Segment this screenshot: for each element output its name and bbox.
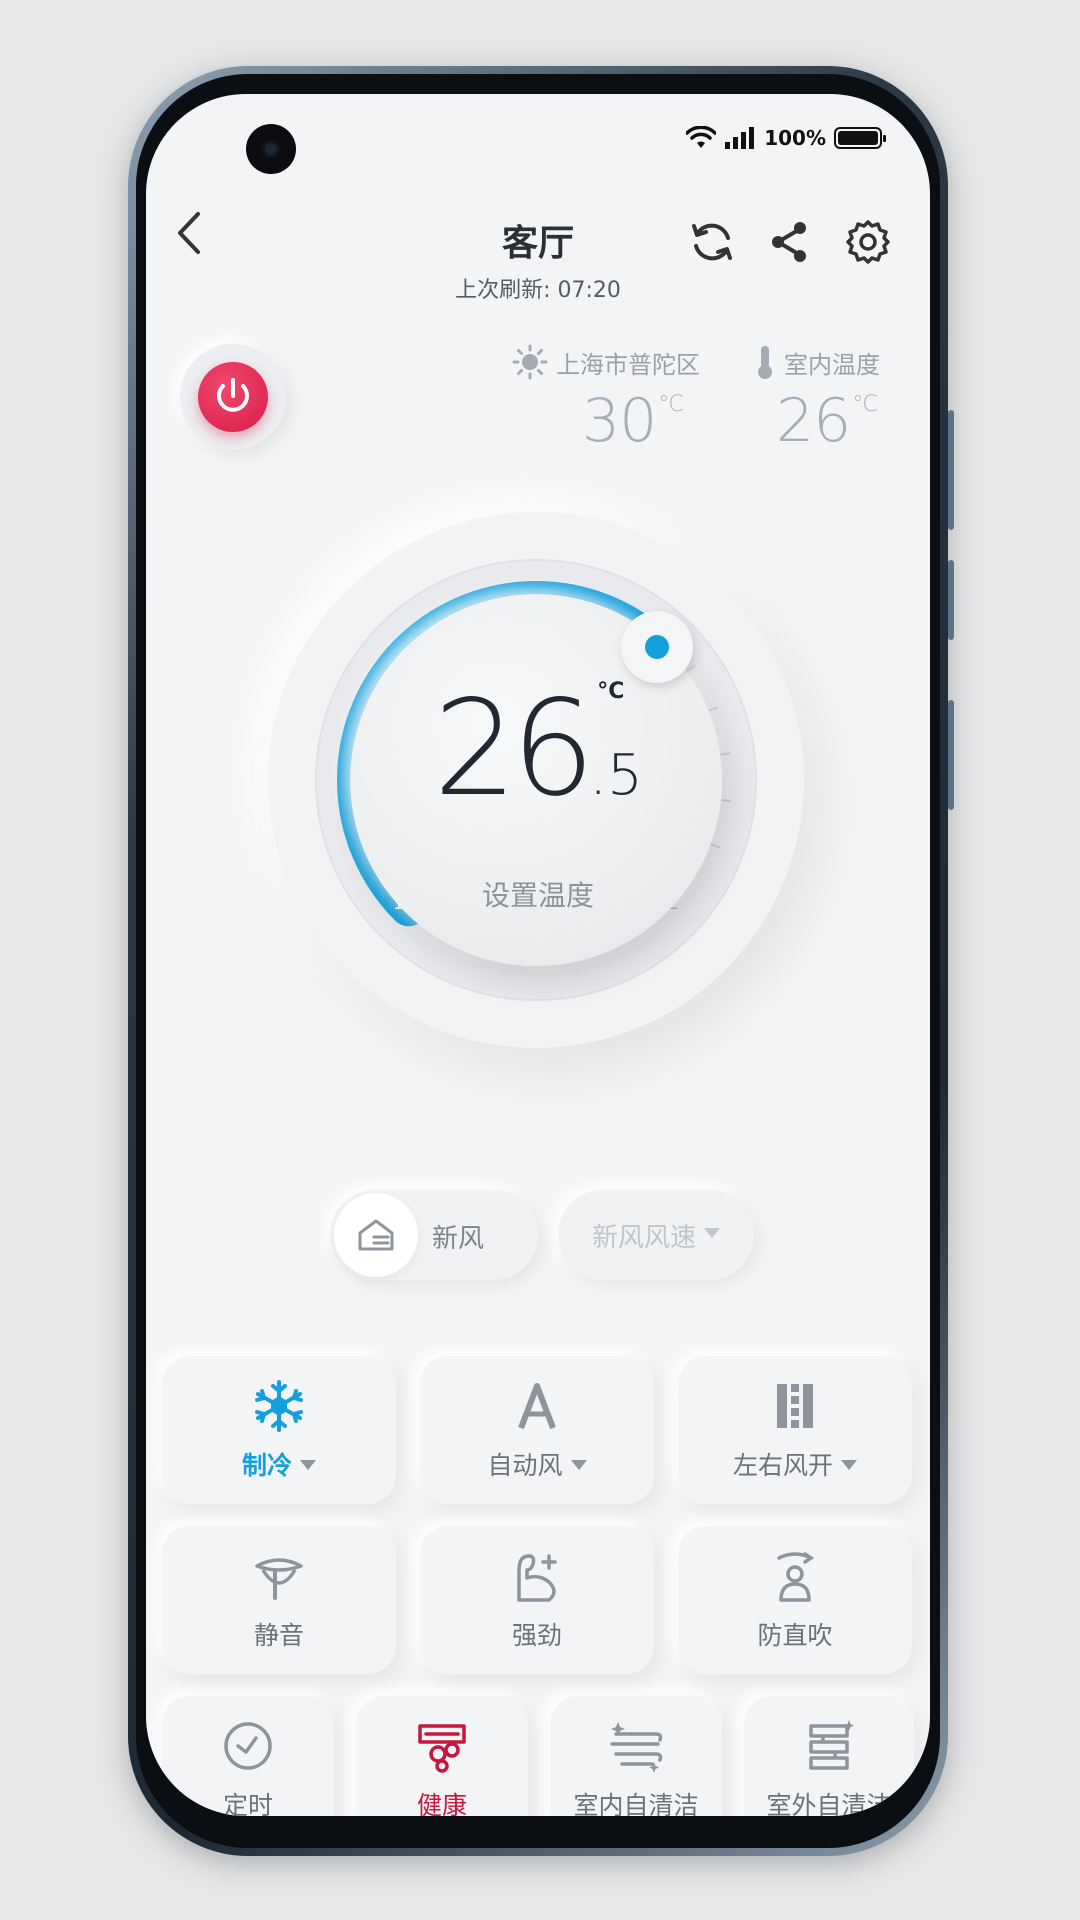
app-screen: 100% 客厅 上次刷新: 07:20 上海市普陀区 30°C 室内温度 26°… — [146, 94, 930, 1816]
indoor-temp-unit: °C — [852, 392, 877, 417]
fresh-air-icon-wrap — [334, 1193, 418, 1277]
strong-label: 强劲 — [511, 1621, 562, 1650]
fresh-air-speed-dropdown[interactable]: 新风风速 — [558, 1190, 754, 1280]
set-temp-decimal: .5 — [589, 743, 643, 808]
outdoor-weather: 上海市普陀区 30°C — [512, 344, 700, 456]
swing-label: 左右风开 — [732, 1451, 833, 1480]
timer-tile[interactable]: 定时 — [162, 1696, 334, 1816]
fan-speed-label: 自动风 — [487, 1451, 563, 1480]
health-label: 健康 — [416, 1791, 467, 1816]
outdoor-clean-label: 室外自清洁 — [766, 1791, 892, 1816]
timer-label: 定时 — [222, 1791, 273, 1816]
power-button-wrap — [180, 344, 286, 450]
snowflake-icon — [255, 1380, 303, 1432]
strong-arm-icon — [517, 1554, 557, 1602]
mute-label: 静音 — [253, 1621, 304, 1650]
indoor-temp: 26 — [776, 386, 851, 456]
volume-button — [948, 410, 954, 530]
outdoor-clean-tile[interactable]: 室外自清洁 — [744, 1696, 914, 1816]
power-button[interactable] — [198, 362, 268, 432]
share-button[interactable] — [766, 218, 814, 266]
fan-speed-tile[interactable]: 自动风 — [420, 1356, 654, 1504]
swing-tile[interactable]: 左右风开 — [678, 1356, 912, 1504]
thermometer-icon — [758, 346, 772, 379]
outdoor-temp: 30 — [582, 386, 657, 456]
fresh-air-toggle[interactable]: 新风 — [330, 1190, 538, 1280]
anti-direct-blow-label: 防直吹 — [757, 1621, 833, 1650]
indoor-clean-label: 室内自清洁 — [573, 1791, 699, 1816]
power-icon — [217, 378, 249, 412]
battery-icon — [834, 127, 886, 149]
mode-cool-tile[interactable]: 制冷 — [162, 1356, 396, 1504]
letter-a-icon — [518, 1383, 556, 1430]
indoor-clean-tile[interactable]: 室内自清洁 — [550, 1696, 722, 1816]
set-temp-integer: 26 — [433, 672, 595, 826]
indoor-temp-label: 室内温度 — [784, 350, 880, 379]
dial-handle[interactable] — [620, 610, 693, 683]
set-temp-label: 设置温度 — [481, 879, 594, 912]
mute-tile[interactable]: 静音 — [162, 1526, 396, 1674]
front-camera — [246, 124, 296, 174]
signal-icon — [725, 127, 755, 149]
louver-icon — [777, 1384, 813, 1428]
fresh-air-house-icon — [358, 1219, 394, 1251]
power-side-button — [948, 560, 954, 640]
settings-gear-button[interactable] — [844, 218, 892, 266]
fresh-air-label: 新风 — [432, 1224, 485, 1254]
mode-label: 制冷 — [241, 1451, 292, 1480]
anti-direct-blow-icon — [777, 1552, 815, 1602]
health-tile[interactable]: 健康 — [356, 1696, 528, 1816]
set-temperature: 26 °C .5 — [146, 672, 930, 826]
outdoor-clean-icon — [809, 1720, 854, 1770]
last-refresh-text: 上次刷新: 07:20 — [455, 278, 621, 303]
outdoor-location: 上海市普陀区 — [556, 350, 700, 379]
side-button-lower — [948, 700, 954, 810]
indoor-clean-icon — [610, 1722, 663, 1773]
wifi-icon — [686, 126, 717, 148]
chevron-down-icon — [570, 1460, 587, 1470]
clock-icon — [224, 1722, 272, 1770]
outdoor-temp-unit: °C — [658, 392, 683, 417]
refresh-button[interactable] — [688, 218, 736, 266]
status-bar: 100% — [686, 126, 886, 150]
sun-icon — [512, 344, 548, 380]
set-temp-unit: °C — [597, 679, 625, 704]
health-icon — [418, 1724, 466, 1773]
anti-direct-blow-tile[interactable]: 防直吹 — [678, 1526, 912, 1674]
indoor-temperature: 室内温度 26°C — [754, 344, 880, 456]
chevron-down-icon — [300, 1460, 316, 1470]
battery-percent: 100% — [764, 126, 826, 150]
strong-tile[interactable]: 强劲 — [420, 1526, 654, 1674]
chevron-down-icon — [841, 1460, 857, 1470]
chevron-down-icon — [704, 1228, 720, 1238]
mute-lips-icon — [255, 1558, 303, 1600]
fresh-air-speed-label: 新风风速 — [591, 1222, 696, 1253]
